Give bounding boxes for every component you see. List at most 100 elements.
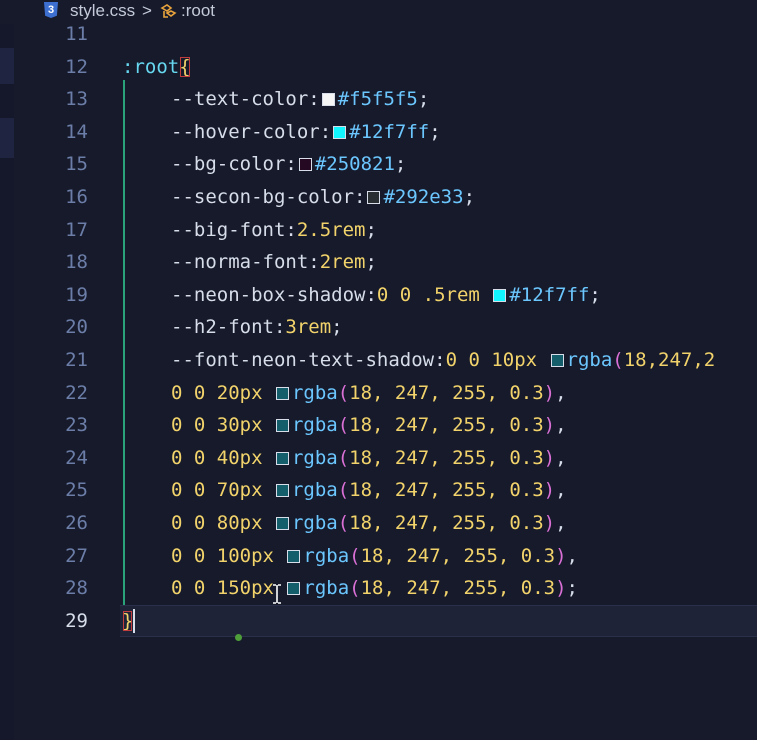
code-line[interactable]: 27 0 0 100px rgba(18, 247, 255, 0.3), xyxy=(0,540,757,572)
code-text: 0 0 40px rgba(18, 247, 255, 0.3), xyxy=(171,442,567,474)
text-cursor-icon xyxy=(272,584,282,604)
code-token: , xyxy=(555,512,567,534)
code-line[interactable]: 15 --bg-color: #250821; xyxy=(0,148,757,180)
code-line[interactable]: 19 --neon-box-shadow:0 0 .5rem #12f7ff; xyxy=(0,279,757,311)
code-text: --h2-font:3rem; xyxy=(171,311,343,343)
line-number: 29 xyxy=(65,609,88,632)
code-text: 0 0 80px rgba(18, 247, 255, 0.3), xyxy=(171,507,567,539)
line-number: 15 xyxy=(65,153,88,176)
line-number: 17 xyxy=(65,218,88,241)
code-editor[interactable]: 11 12:root{13 --text-color: #f5f5f5; 14 --hov… xyxy=(0,23,757,740)
code-line[interactable]: 12 :root{ xyxy=(0,51,757,83)
code-token: --bg-color xyxy=(171,153,286,176)
code-line[interactable]: 29} xyxy=(0,605,757,637)
code-token: , xyxy=(555,479,567,502)
code-token: : xyxy=(285,153,297,176)
code-token: 0 0 70px xyxy=(171,479,274,502)
code-line[interactable]: 26 0 0 80px rgba(18, 247, 255, 0.3), xyxy=(0,507,757,539)
color-swatch[interactable] xyxy=(275,451,289,465)
code-token: rgba xyxy=(303,544,350,567)
code-token: , xyxy=(555,381,567,404)
code-line[interactable]: 24 0 0 40px rgba(18, 247, 255, 0.3), xyxy=(0,442,757,474)
code-line[interactable]: 14 --hover-color: #12f7ff; xyxy=(0,116,757,148)
code-line[interactable]: 21 --font-neon-text-shadow:0 0 10px rgba(… xyxy=(0,344,757,376)
code-token: --big-font xyxy=(171,218,286,241)
code-token: 18, 247, 255, 0.3 xyxy=(349,512,544,534)
code-token: : xyxy=(354,186,366,208)
color-swatch[interactable] xyxy=(275,419,289,433)
code-token: --hover-color xyxy=(171,120,320,143)
code-token: ) xyxy=(543,414,556,437)
code-text: 0 0 20px rgba(18, 247, 255, 0.3), xyxy=(171,377,567,409)
code-token: --h2-font xyxy=(171,316,274,339)
code-token: : xyxy=(285,218,297,241)
code-token: --text-color xyxy=(171,88,309,111)
line-number: 12 xyxy=(65,55,88,78)
code-text: --big-font:2.5rem; xyxy=(171,214,377,246)
code-token: : xyxy=(365,283,377,306)
code-token: --neon-box-shadow xyxy=(171,283,366,306)
code-line[interactable]: 16 --secon-bg-color: #292e33; xyxy=(0,181,757,213)
code-token: ; xyxy=(429,120,441,143)
code-token: 18, 247, 255, 0.3 xyxy=(349,446,544,469)
code-token: #292e33 xyxy=(383,186,464,208)
code-token: 2rem xyxy=(319,251,366,274)
code-token: { xyxy=(179,55,191,78)
code-line[interactable]: 28 0 0 150px rgba(18, 247, 255, 0.3); xyxy=(0,572,757,604)
code-token: ( xyxy=(337,446,350,469)
line-number: 24 xyxy=(65,446,88,469)
code-token: --norma-font xyxy=(171,251,309,274)
code-text: --neon-box-shadow:0 0 .5rem #12f7ff; xyxy=(171,279,601,311)
code-line[interactable]: 23 0 0 30px rgba(18, 247, 255, 0.3), xyxy=(0,409,757,441)
color-swatch[interactable] xyxy=(275,484,289,498)
color-swatch[interactable] xyxy=(333,125,347,139)
code-token: ; xyxy=(566,577,578,600)
color-swatch[interactable] xyxy=(298,158,312,172)
code-token: 3rem xyxy=(285,316,332,339)
code-token: : xyxy=(434,349,446,371)
code-token: :root xyxy=(122,55,180,78)
code-line[interactable]: 17 --big-font:2.5rem; xyxy=(0,214,757,246)
code-token: 18, 247, 255, 0.3 xyxy=(349,381,544,404)
code-token: ) xyxy=(543,479,556,502)
code-token: ; xyxy=(331,316,343,339)
code-line[interactable]: 18 --norma-font:2rem; xyxy=(0,246,757,278)
code-token: rgba xyxy=(291,381,338,404)
color-swatch[interactable] xyxy=(550,354,564,367)
code-token: ) xyxy=(543,446,556,469)
code-line[interactable]: 20 --h2-font:3rem; xyxy=(0,311,757,343)
color-swatch[interactable] xyxy=(321,93,335,107)
line-number: 28 xyxy=(65,577,88,600)
code-token: #f5f5f5 xyxy=(337,88,418,111)
code-token: 18, 247, 255, 0.3 xyxy=(349,414,544,437)
color-swatch[interactable] xyxy=(275,517,289,530)
text-caret xyxy=(133,608,135,633)
color-swatch[interactable] xyxy=(367,191,381,204)
code-token: ; xyxy=(394,153,407,176)
code-text: --bg-color: #250821; xyxy=(171,148,406,180)
code-token: #250821 xyxy=(314,153,395,176)
code-token: } xyxy=(122,609,134,632)
code-token: : xyxy=(308,88,320,111)
color-swatch[interactable] xyxy=(275,386,289,400)
code-line[interactable]: 11 xyxy=(0,18,757,50)
line-number: 16 xyxy=(65,186,88,208)
css3-icon: 3 xyxy=(44,2,58,18)
code-token: rgba xyxy=(303,577,350,600)
code-token: 18,247,2 xyxy=(623,349,716,371)
color-swatch[interactable] xyxy=(493,288,507,302)
line-number: 21 xyxy=(65,349,88,371)
code-token: rgba xyxy=(566,349,613,371)
line-number: 13 xyxy=(65,88,88,111)
color-swatch[interactable] xyxy=(287,582,301,596)
line-number: 25 xyxy=(65,479,88,502)
code-token: 0 0 150px xyxy=(171,577,286,600)
code-line[interactable]: 22 0 0 20px rgba(18, 247, 255, 0.3), xyxy=(0,377,757,409)
code-token: 0 0 80px xyxy=(171,512,274,534)
color-swatch[interactable] xyxy=(287,549,301,563)
line-number: 22 xyxy=(65,381,88,404)
code-token: ; xyxy=(365,251,377,274)
code-line[interactable]: 25 0 0 70px rgba(18, 247, 255, 0.3), xyxy=(0,474,757,506)
code-token: rgba xyxy=(291,414,338,437)
code-line[interactable]: 13 --text-color: #f5f5f5; xyxy=(0,83,757,115)
